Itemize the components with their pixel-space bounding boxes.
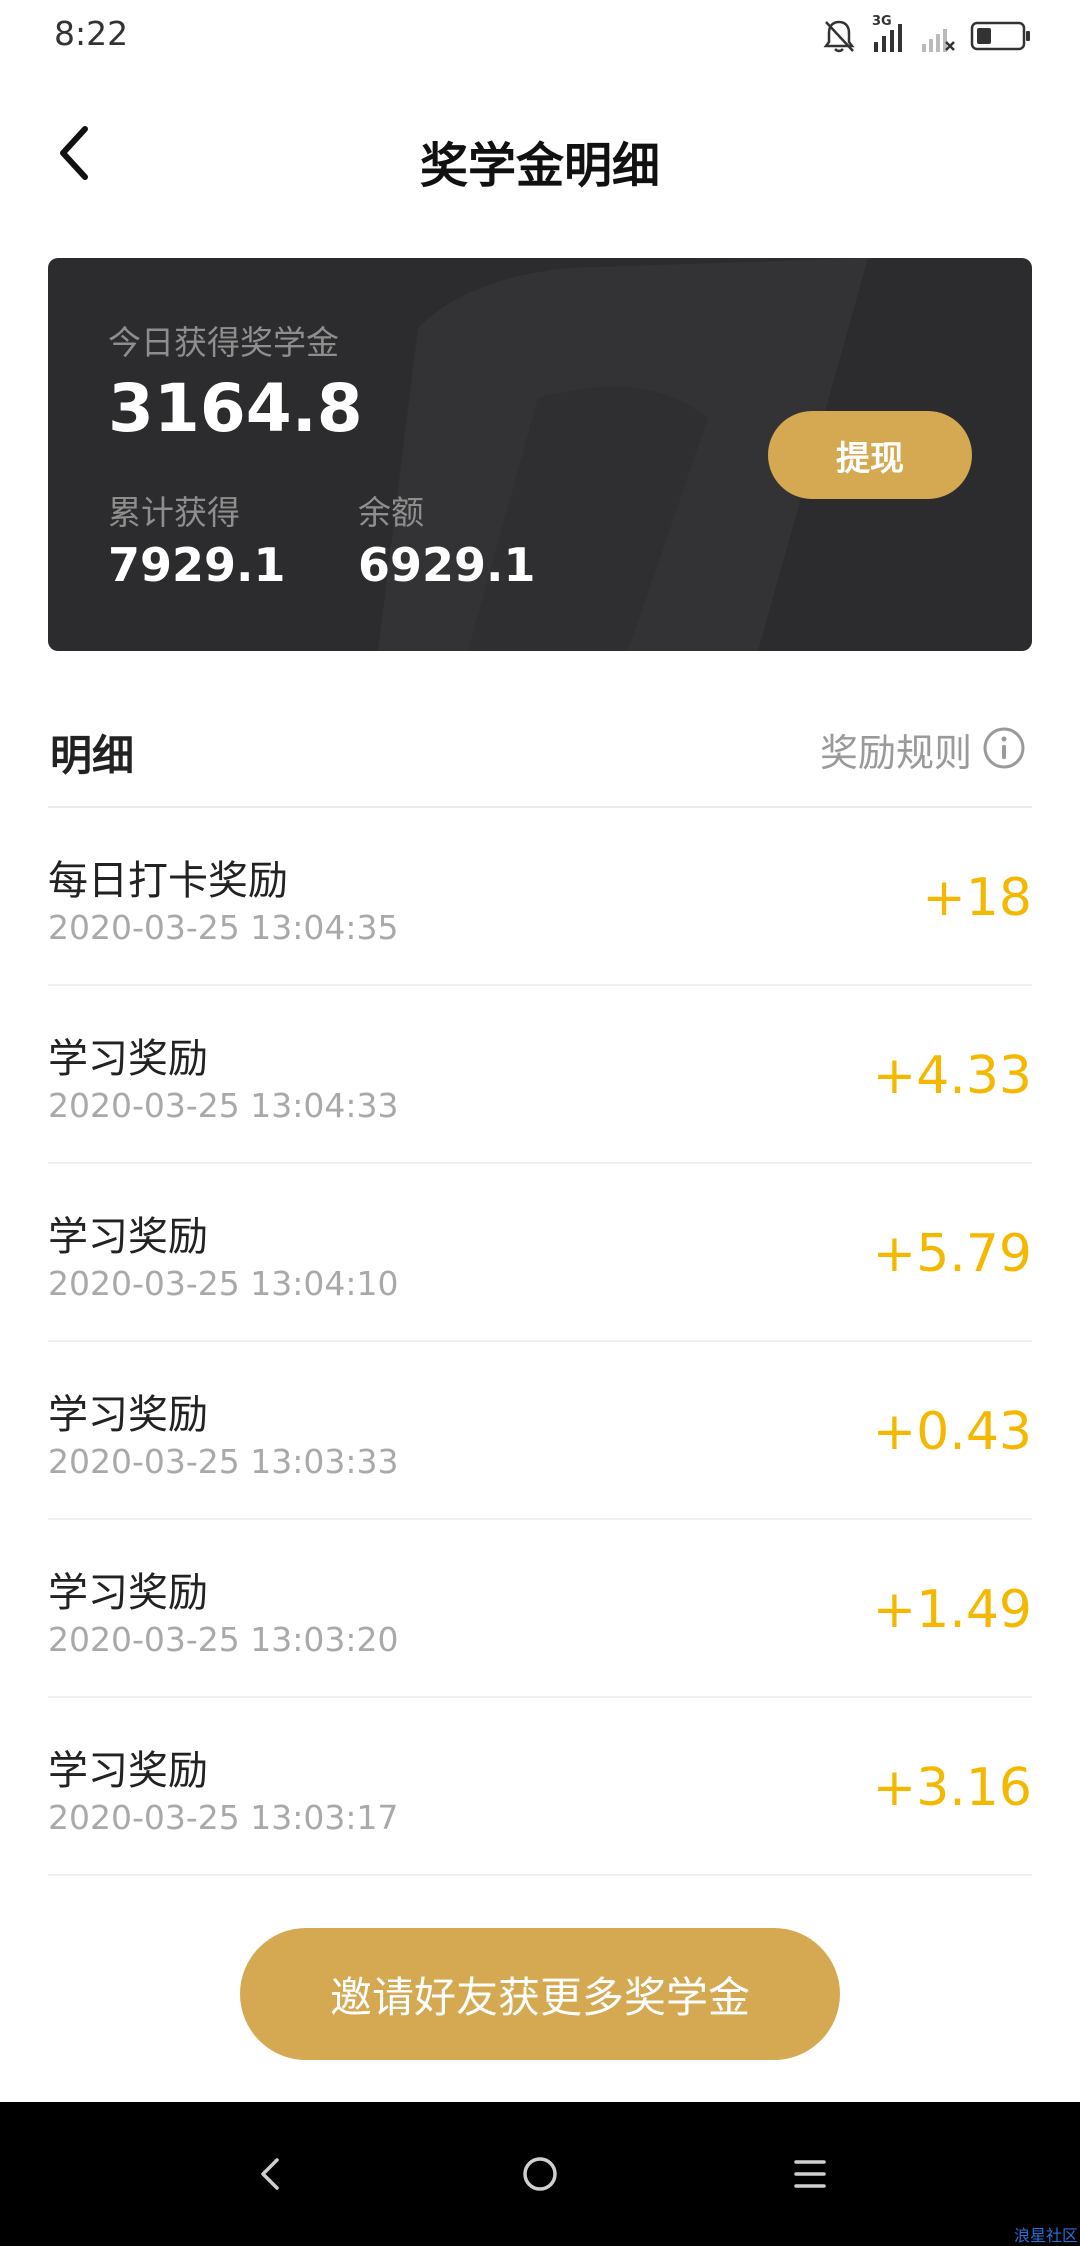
corner-watermark-text: 浪星社区 bbox=[1013, 2226, 1078, 2245]
page-title: 奖学金明细 bbox=[419, 138, 660, 194]
list-item: 学习奖励 2020-03-25 13:04:33 +4.33 bbox=[48, 986, 1032, 1164]
total-earned-value: 7929.1 bbox=[108, 538, 286, 592]
list-item: 学习奖励 2020-03-25 13:04:10 +5.79 bbox=[48, 1164, 1032, 1342]
signal-3g-icon: 3G bbox=[870, 14, 906, 54]
header: 奖学金明细 bbox=[0, 100, 1080, 216]
list-item: 学习奖励 2020-03-25 13:03:33 +0.43 bbox=[48, 1342, 1032, 1520]
total-earned-label: 累计获得 bbox=[108, 493, 240, 532]
record-time: 2020-03-25 13:04:35 bbox=[48, 908, 399, 947]
record-amount: +3.16 bbox=[872, 1758, 1032, 1818]
record-time: 2020-03-25 13:03:17 bbox=[48, 1798, 399, 1837]
status-icons: 3G bbox=[822, 14, 1032, 56]
bell-off-icon bbox=[822, 18, 856, 54]
record-amount: +0.43 bbox=[872, 1402, 1032, 1462]
record-time: 2020-03-25 13:04:10 bbox=[48, 1264, 399, 1303]
record-amount: +5.79 bbox=[872, 1224, 1032, 1284]
withdraw-button[interactable]: 提现 bbox=[768, 411, 972, 499]
record-time: 2020-03-25 13:04:33 bbox=[48, 1086, 399, 1125]
record-amount: +18 bbox=[922, 868, 1032, 928]
record-name: 学习奖励 bbox=[48, 1392, 208, 1438]
record-name: 学习奖励 bbox=[48, 1570, 208, 1616]
list-item: 学习奖励 2020-03-25 13:03:17 +3.16 bbox=[48, 1698, 1032, 1876]
reward-rules-link[interactable]: 奖励规则 bbox=[820, 722, 1026, 777]
reward-rules-label: 奖励规则 bbox=[819, 731, 972, 775]
nav-back-icon bbox=[255, 2154, 285, 2198]
balance-value: 6929.1 bbox=[358, 538, 536, 592]
nav-back-button[interactable] bbox=[240, 2146, 300, 2206]
summary-card: 今日获得奖学金 3164.8 累计获得 7929.1 余额 6929.1 提现 bbox=[48, 258, 1032, 651]
list-item: 学习奖励 2020-03-25 13:03:20 +1.49 bbox=[48, 1520, 1032, 1698]
invite-friends-button[interactable]: 邀请好友获更多奖学金 bbox=[240, 1928, 840, 2060]
record-amount: +4.33 bbox=[872, 1046, 1032, 1106]
system-nav-bar: 浪星社区 bbox=[0, 2102, 1080, 2246]
record-amount: +1.49 bbox=[872, 1580, 1032, 1640]
nav-menu-button[interactable] bbox=[780, 2146, 840, 2206]
nav-home-icon bbox=[520, 2154, 560, 2198]
record-name: 学习奖励 bbox=[48, 1748, 208, 1794]
nav-home-button[interactable] bbox=[510, 2146, 570, 2206]
status-time: 8:22 bbox=[54, 14, 129, 53]
today-scholarship-value: 3164.8 bbox=[108, 370, 363, 447]
today-scholarship-label: 今日获得奖学金 bbox=[108, 323, 339, 362]
nav-menu-icon bbox=[790, 2156, 830, 2196]
record-time: 2020-03-25 13:03:33 bbox=[48, 1442, 399, 1481]
status-bar: 8:22 3G bbox=[0, 0, 1080, 72]
signal-off-icon bbox=[920, 18, 956, 54]
list-item: 每日打卡奖励 2020-03-25 13:04:35 +18 bbox=[48, 808, 1032, 986]
record-name: 学习奖励 bbox=[48, 1214, 208, 1260]
record-name: 每日打卡奖励 bbox=[48, 858, 288, 904]
record-list: 每日打卡奖励 2020-03-25 13:04:35 +18 学习奖励 2020… bbox=[48, 808, 1032, 1876]
detail-section-header: 明细 奖励规则 bbox=[48, 700, 1032, 808]
info-circle-icon bbox=[982, 726, 1026, 774]
battery-icon bbox=[970, 20, 1032, 52]
balance-label: 余额 bbox=[358, 493, 424, 532]
detail-title: 明细 bbox=[50, 731, 135, 780]
record-time: 2020-03-25 13:03:20 bbox=[48, 1620, 399, 1659]
record-name: 学习奖励 bbox=[48, 1036, 208, 1082]
